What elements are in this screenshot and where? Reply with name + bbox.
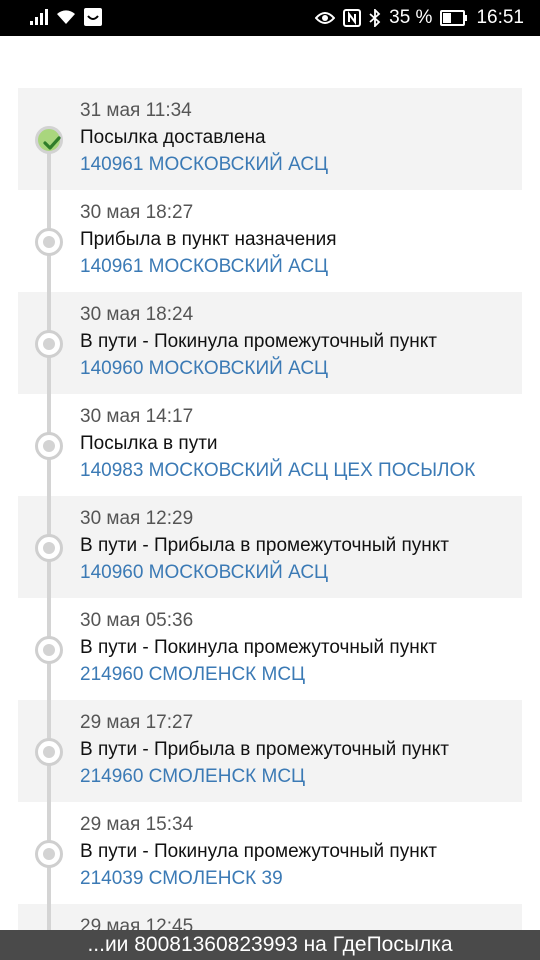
event-row[interactable]: 29 мая 12:45 (18, 904, 522, 930)
event-row[interactable]: 30 мая 12:29 В пути - Прибыла в промежут… (18, 496, 522, 598)
event-date: 30 мая 05:36 (80, 610, 194, 631)
battery-icon (440, 10, 468, 26)
event-location: 140983 МОСКОВСКИЙ АСЦ ЦЕХ ПОСЫЛОК (80, 460, 476, 481)
timeline-dot-icon (35, 738, 63, 766)
event-date: 30 мая 14:17 (80, 406, 194, 427)
battery-percent: 35 % (389, 7, 433, 28)
event-date: 30 мая 18:27 (80, 202, 194, 223)
event-location: 140960 МОСКОВСКИЙ АСЦ (80, 358, 329, 379)
tracking-history-screen: 31 мая 11:34 Посылка доставлена 140961 М… (0, 36, 540, 930)
timeline-dot-icon (35, 636, 63, 664)
status-bar: 35 % 16:51 (0, 0, 540, 36)
event-date: 31 мая 11:34 (80, 100, 192, 121)
eye-icon (315, 11, 336, 25)
event-location: 214960 СМОЛЕНСК МСЦ (80, 766, 306, 787)
signal-icon (30, 9, 48, 25)
timeline-dot-icon (35, 228, 63, 256)
clock: 16:51 (476, 7, 524, 28)
tracking-number-footer[interactable]: ...ии 80081360823993 на ГдеПосылка (0, 930, 540, 960)
tracking-timeline: 31 мая 11:34 Посылка доставлена 140961 М… (18, 88, 522, 930)
event-status: В пути - Покинула промежуточный пункт (80, 331, 437, 352)
event-row[interactable]: 29 мая 17:27 В пути - Прибыла в промежут… (18, 700, 522, 802)
timeline-dot-icon (35, 432, 63, 460)
event-date: 30 мая 12:29 (80, 508, 194, 529)
app-notification-icon (84, 8, 102, 26)
event-date: 30 мая 18:24 (80, 304, 194, 325)
event-row[interactable]: 30 мая 14:17 Посылка в пути 140983 МОСКО… (18, 394, 522, 496)
event-row[interactable]: 30 мая 18:27 Прибыла в пункт назначения … (18, 190, 522, 292)
event-status: Посылка доставлена (80, 127, 266, 148)
event-date: 29 мая 15:34 (80, 814, 194, 835)
timeline-dot-icon (35, 840, 63, 868)
event-status: В пути - Прибыла в промежуточный пункт (80, 535, 449, 556)
nfc-icon (343, 9, 362, 27)
timeline-dot-icon (35, 534, 63, 562)
event-location: 140961 МОСКОВСКИЙ АСЦ (80, 256, 329, 277)
event-date: 29 мая 12:45 (80, 916, 194, 930)
event-location: 214960 СМОЛЕНСК МСЦ (80, 664, 306, 685)
event-row[interactable]: 30 мая 18:24 В пути - Покинула промежуто… (18, 292, 522, 394)
status-bar-left (30, 8, 102, 26)
event-location: 140961 МОСКОВСКИЙ АСЦ (80, 154, 329, 175)
event-location: 140960 МОСКОВСКИЙ АСЦ (80, 562, 329, 583)
event-row[interactable]: 29 мая 15:34 В пути - Покинула промежуто… (18, 802, 522, 904)
event-status: В пути - Прибыла в промежуточный пункт (80, 739, 449, 760)
event-status: Прибыла в пункт назначения (80, 229, 337, 250)
event-date: 29 мая 17:27 (80, 712, 194, 733)
event-status: В пути - Покинула промежуточный пункт (80, 841, 437, 862)
status-bar-right: 35 % 16:51 (315, 0, 524, 36)
event-status: В пути - Покинула промежуточный пункт (80, 637, 437, 658)
timeline-dot-icon (35, 330, 63, 358)
event-location: 214039 СМОЛЕНСК 39 (80, 868, 283, 889)
event-row[interactable]: 31 мая 11:34 Посылка доставлена 140961 М… (18, 88, 522, 190)
bluetooth-icon (369, 9, 381, 27)
event-row[interactable]: 30 мая 05:36 В пути - Покинула промежуто… (18, 598, 522, 700)
wifi-icon (56, 9, 76, 25)
delivered-check-icon (35, 126, 63, 154)
event-status: Посылка в пути (80, 433, 218, 454)
